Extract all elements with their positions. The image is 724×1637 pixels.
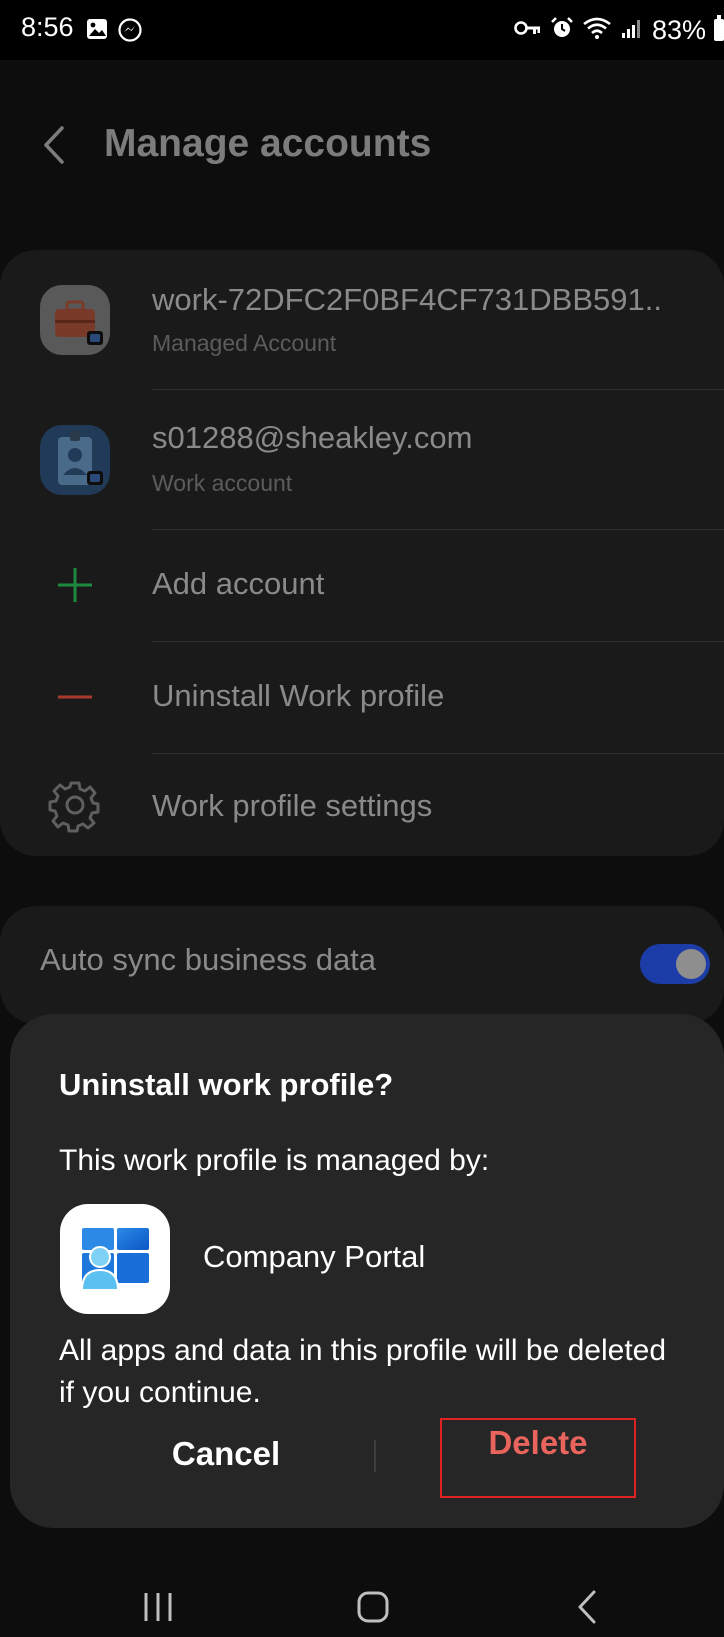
recents-icon	[144, 1592, 172, 1621]
company-portal-icon	[60, 1204, 170, 1314]
home-icon	[357, 1591, 389, 1622]
id-badge-icon	[40, 425, 110, 495]
home-button[interactable]	[333, 1576, 413, 1637]
toggle-knob	[676, 949, 706, 979]
work-profile-settings-label: Work profile settings	[152, 788, 433, 823]
briefcase-icon	[40, 285, 110, 355]
recents-button[interactable]	[118, 1576, 198, 1637]
add-account-label: Add account	[152, 566, 325, 601]
button-separator	[374, 1440, 376, 1472]
accounts-card: work-72DFC2F0BF4CF731DBB591.. Managed Ac…	[0, 250, 724, 856]
app-header: Manage accounts	[0, 60, 724, 230]
add-account-row[interactable]: Add account	[0, 530, 724, 642]
account-title: s01288@sheakley.com	[152, 420, 473, 455]
dialog-actions: Cancel Delete	[10, 1418, 724, 1502]
gear-icon	[40, 770, 110, 840]
work-profile-settings-row[interactable]: Work profile settings	[0, 754, 724, 856]
status-time: 8:56	[21, 12, 74, 42]
messenger-icon	[118, 18, 142, 47]
nav-back-button[interactable]	[548, 1576, 628, 1637]
auto-sync-card[interactable]: Auto sync business data	[0, 906, 724, 1024]
account-row-managed[interactable]: work-72DFC2F0BF4CF731DBB591.. Managed Ac…	[0, 250, 724, 390]
account-subtitle: Work account	[152, 470, 293, 496]
signal-icon	[620, 16, 644, 45]
dialog-title: Uninstall work profile?	[59, 1067, 394, 1102]
chevron-left-icon	[44, 126, 64, 164]
dialog-warning-text: All apps and data in this profile will b…	[59, 1334, 667, 1409]
battery-percent: 83%	[651, 14, 706, 45]
delete-button[interactable]: Delete	[440, 1418, 636, 1498]
company-portal-name: Company Portal	[203, 1239, 426, 1274]
vpn-key-icon	[514, 19, 542, 42]
navigation-bar	[0, 1576, 724, 1637]
dialog-managed-by-text: This work profile is managed by:	[59, 1144, 490, 1177]
account-row-work[interactable]: s01288@sheakley.com Work account	[0, 390, 724, 530]
page-title: Manage accounts	[104, 122, 432, 165]
auto-sync-toggle[interactable]	[640, 944, 710, 984]
status-bar: 8:56 83%	[0, 0, 724, 60]
battery-icon	[714, 14, 724, 46]
back-icon	[578, 1590, 596, 1623]
cancel-button[interactable]: Cancel	[126, 1422, 326, 1486]
uninstall-work-profile-label: Uninstall Work profile	[152, 678, 445, 713]
uninstall-work-profile-row[interactable]: Uninstall Work profile	[0, 642, 724, 754]
account-subtitle: Managed Account	[152, 330, 337, 356]
back-button[interactable]	[34, 120, 74, 170]
alarm-icon	[550, 16, 574, 45]
image-icon	[86, 18, 108, 45]
uninstall-dialog: Uninstall work profile? This work profil…	[10, 1014, 724, 1528]
wifi-icon	[582, 16, 612, 45]
status-icons: 83%	[514, 12, 724, 48]
plus-icon	[40, 550, 110, 620]
auto-sync-label: Auto sync business data	[40, 942, 377, 977]
minus-icon	[40, 662, 110, 732]
account-title: work-72DFC2F0BF4CF731DBB591..	[152, 282, 662, 317]
